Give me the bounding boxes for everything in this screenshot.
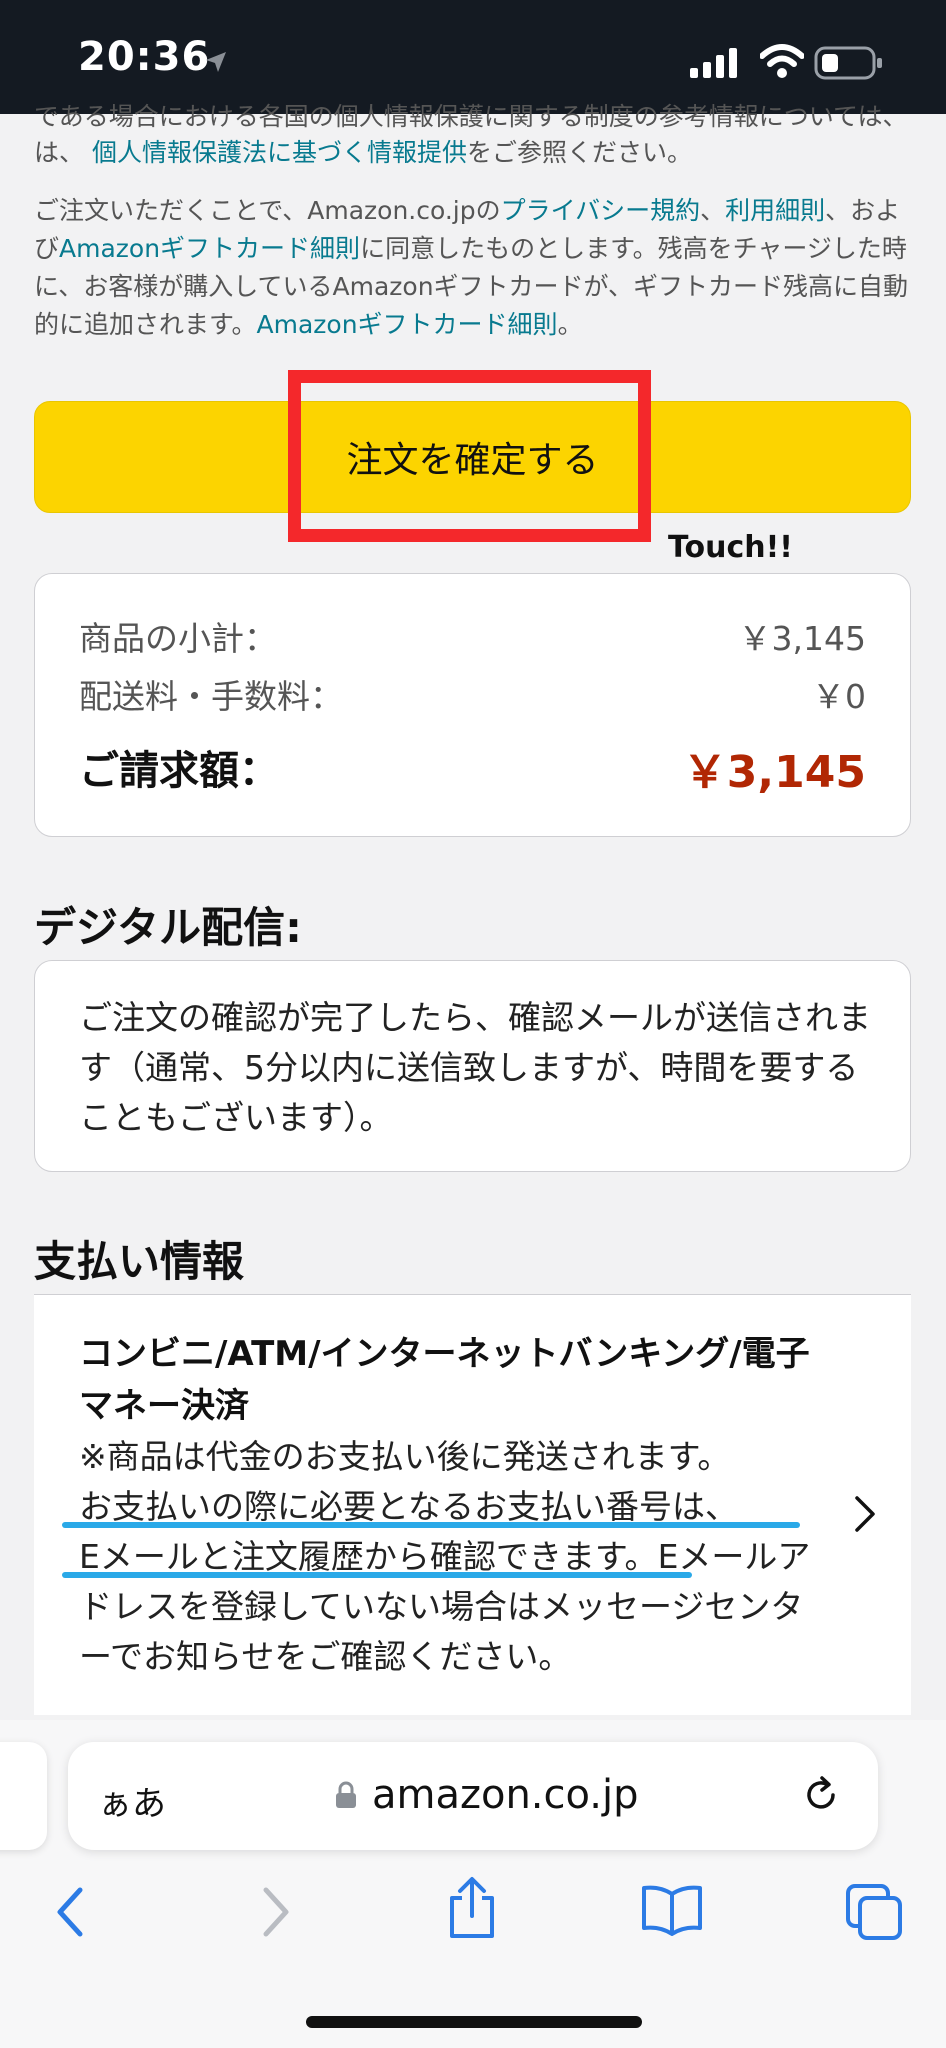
highlight-underline-2 xyxy=(62,1572,692,1578)
url-text[interactable]: amazon.co.jp xyxy=(372,1772,639,1818)
battery-icon xyxy=(814,46,884,84)
legal-text-cut: である場合における各国の個人情報保護に関する制度の参考情報については、 xyxy=(34,98,914,128)
order-total-value: ￥3,145 xyxy=(682,747,866,798)
shipping-label: 配送料・手数料： xyxy=(79,677,343,716)
payment-note-1: ※商品は代金のお支払い後に発送されます。 xyxy=(79,1437,731,1476)
location-arrow-icon xyxy=(204,50,228,78)
highlight-underline-1 xyxy=(62,1522,800,1528)
legal-text: ご注文いただくことで、Amazon.co.jpの xyxy=(34,196,501,225)
home-indicator xyxy=(306,2016,642,2028)
legal-line-partial: である場合における各国の個人情報保護に関する制度の参考情報については、 xyxy=(34,102,908,128)
back-icon[interactable] xyxy=(52,1882,88,1946)
touch-annotation: Touch!! xyxy=(668,530,793,565)
legal-text: 。 xyxy=(557,310,583,339)
payment-method-notes: ※商品は代金のお支払い後に発送されます。 お支払いの際に必要となるお支払い番号は… xyxy=(79,1432,819,1682)
text-size-button[interactable]: ぁあ xyxy=(98,1776,166,1825)
gift-card-terms-link-2[interactable]: Amazonギフトカード細則 xyxy=(257,310,558,339)
highlight-box xyxy=(288,370,651,542)
reload-icon[interactable] xyxy=(800,1774,842,1820)
lock-icon xyxy=(334,1780,358,1814)
privacy-policy-link[interactable]: プライバシー規約 xyxy=(501,196,701,225)
digital-delivery-text: ご注文の確認が完了したら、確認メールが送信されます（通常、5分以内に送信致します… xyxy=(79,998,871,1137)
legal-text: 、 xyxy=(700,196,726,225)
order-total-label: ご請求額： xyxy=(79,748,279,794)
previous-tab-preview[interactable] xyxy=(0,1742,47,1850)
chevron-right-icon[interactable] xyxy=(852,1494,878,1538)
payment-note-3: Eメールと注文履歴から確認できます。 xyxy=(79,1537,658,1576)
digital-delivery-title: デジタル配信: xyxy=(34,903,302,952)
legal-paragraph-2: ご注文いただくことで、Amazon.co.jpのプライバシー規約、利用細則、およ… xyxy=(34,192,914,344)
terms-of-use-link[interactable]: 利用細則 xyxy=(725,196,825,225)
payment-method-title: コンビニ/ATM/インターネットバンキング/電子マネー決済 xyxy=(79,1334,810,1426)
wifi-icon xyxy=(759,44,805,82)
shipping-value: ￥0 xyxy=(812,677,866,716)
share-icon[interactable] xyxy=(444,1876,500,1946)
payment-info-title: 支払い情報 xyxy=(34,1237,245,1286)
subtotal-value: ￥3,145 xyxy=(738,619,866,658)
status-time: 20:36 xyxy=(78,34,211,80)
legal-text: をご参照ください。 xyxy=(466,138,692,167)
cellular-signal-icon xyxy=(690,48,740,82)
privacy-law-info-link[interactable]: 個人情報保護法に基づく情報提供 xyxy=(92,138,467,167)
legal-text: は、 xyxy=(34,138,85,167)
payment-note-2: お支払いの際に必要となるお支払い番号は、 xyxy=(79,1487,739,1526)
tabs-icon[interactable] xyxy=(844,1882,904,1946)
bookmarks-icon[interactable] xyxy=(640,1884,704,1940)
legal-paragraph-1: は、 個人情報保護法に基づく情報提供をご参照ください。 xyxy=(34,134,914,172)
subtotal-label: 商品の小計： xyxy=(79,619,277,658)
gift-card-terms-link[interactable]: Amazonギフトカード細則 xyxy=(59,234,360,263)
forward-icon[interactable] xyxy=(258,1882,294,1946)
